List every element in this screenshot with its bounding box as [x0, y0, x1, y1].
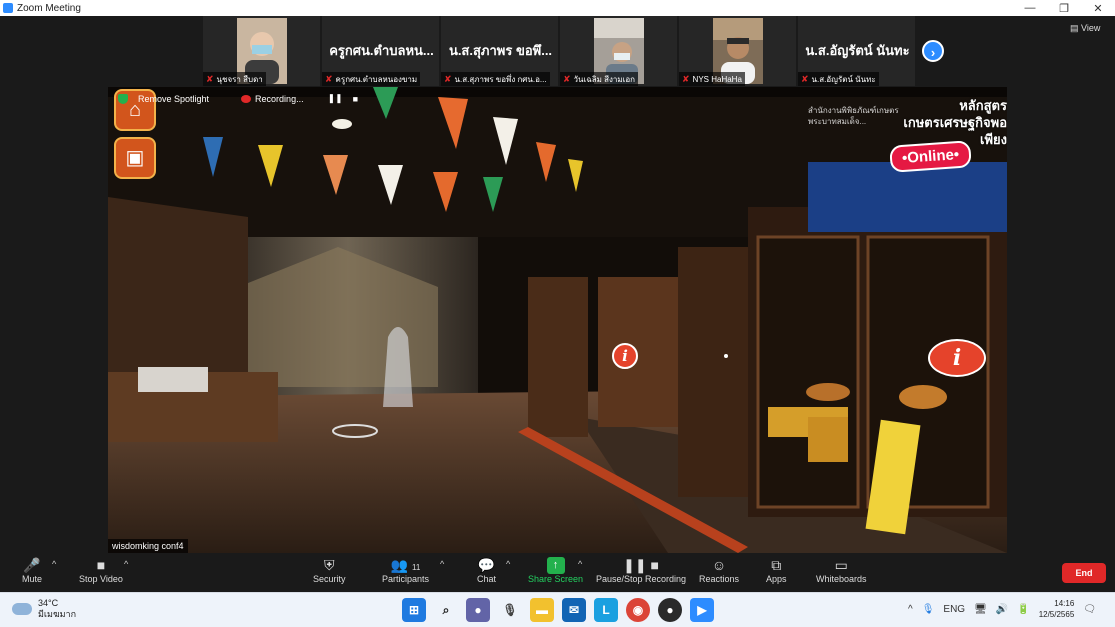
pause-stop-icon: ❚❚ ■ [623, 557, 659, 573]
l-app-icon[interactable]: L [594, 598, 618, 622]
participant-tile[interactable]: น.ส.อัญรัตน์ นันทะ ✘ น.ส.อัญรัตน์ นันทะ [798, 16, 915, 86]
participant-tile[interactable]: ✘ NYS HaHaHa [679, 16, 796, 86]
info-hotspot-icon[interactable]: i [612, 343, 638, 369]
share-screen-button[interactable]: ↑ Share Screen [528, 557, 583, 584]
mic-muted-icon: ✘ [325, 73, 333, 84]
mic-muted-icon: ✘ [206, 73, 214, 84]
share-options-caret[interactable]: ^ [578, 559, 582, 569]
remove-spotlight-button[interactable]: Remove Spotlight [138, 94, 209, 104]
clock[interactable]: 14:16 12/5/2565 [1039, 598, 1075, 620]
volume-icon[interactable]: 🔊 [996, 604, 1008, 615]
participant-name-label: ✘ ครูกศน.ตำบลหนองขาม [322, 72, 421, 86]
spotlight-bar: Remove Spotlight Recording... ❚❚ ■ [118, 93, 358, 104]
microphone-app-icon[interactable]: 🎙 [498, 598, 522, 622]
participant-tile[interactable]: ✘ นุชจรา สืบดา [203, 16, 320, 86]
participant-name-label: ✘ น.ส.อัญรัตน์ นันทะ [798, 72, 879, 86]
chat-options-caret[interactable]: ^ [506, 559, 510, 569]
smiley-icon: ☺ [711, 557, 727, 573]
participant-name-label: ✘ น.ส.สุภาพร ขอพึ่ง กศน.อ... [441, 72, 550, 86]
obs-icon[interactable]: ● [658, 598, 682, 622]
meeting-toolbar: 🎤 Mute ^ ■ Stop Video ^ ⛨ Security 👥 11 Part… [0, 553, 1115, 592]
mic-muted-icon: ✘ [682, 73, 690, 84]
video-camera-icon: ■ [96, 557, 106, 573]
notification-icon[interactable]: 🗨 [1083, 604, 1096, 615]
participant-name-label: ✘ NYS HaHaHa [679, 72, 745, 86]
pause-stop-recording-button[interactable]: ❚❚ ■ Pause/Stop Recording [596, 557, 686, 584]
mic-muted-icon: ✘ [563, 73, 571, 84]
stop-recording-button[interactable]: ■ [353, 94, 358, 104]
start-icon[interactable]: ⊞ [402, 598, 426, 622]
chrome-icon[interactable]: ◉ [626, 598, 650, 622]
chat-button[interactable]: 💬 Chat [477, 557, 496, 584]
title-bar: Zoom Meeting — ❐ ✕ [0, 0, 1115, 16]
participant-display-name: ครูกศน.ตำบลหน... [329, 43, 434, 58]
meeting-window: ✘ นุชจรา สืบดา ครูกศน.ตำบลหน... ✘ ครูกศน.ต… [0, 16, 1115, 592]
recording-icon [241, 95, 252, 104]
participants-icon: 👥 11 [390, 557, 421, 573]
zoom-logo-icon [3, 3, 13, 13]
mail-icon[interactable]: ✉ [562, 598, 586, 622]
maximize-button[interactable]: ❐ [1047, 2, 1081, 15]
shield-icon: ⛨ [324, 557, 335, 573]
participant-name-label: ✘ นุชจรา สืบดา [203, 72, 266, 86]
mic-muted-icon: ✘ [801, 73, 809, 84]
mute-button[interactable]: 🎤 Mute [22, 557, 42, 584]
spotlight-video: ⌂ ▣ Remove Spotlight Recording... ❚❚ ■ ส… [108, 87, 1007, 553]
whiteboards-button[interactable]: ▭ Whiteboards [816, 557, 867, 584]
participant-display-name: น.ส.อัญรัตน์ นันทะ [805, 43, 910, 58]
video-options-caret[interactable]: ^ [124, 559, 128, 569]
minimize-button[interactable]: — [1013, 2, 1047, 15]
file-explorer-icon[interactable]: ▬ [530, 598, 554, 622]
mic-tray-icon[interactable]: 🎙 [922, 604, 935, 615]
apps-icon: ⧉ [771, 557, 782, 573]
microphone-icon: 🎤 [23, 557, 41, 573]
weather-widget[interactable]: 34°C มีเมฆมาก [12, 598, 76, 620]
gallery-strip: ✘ นุชจรา สืบดา ครูกศน.ตำบลหน... ✘ ครูกศน.ต… [203, 16, 915, 86]
security-shield-icon [118, 93, 128, 104]
end-meeting-button[interactable]: End [1062, 563, 1106, 583]
gallery-next-icon[interactable]: › [922, 40, 944, 62]
system-tray: ^ 🎙 ENG 🖥 🔊 🔋 14:16 12/5/2565 🗨 [908, 598, 1096, 620]
tray-chevron-icon[interactable]: ^ [908, 604, 913, 615]
security-button[interactable]: ⛨ Security [313, 557, 346, 584]
apps-button[interactable]: ⧉ Apps [766, 557, 787, 584]
share-screen-icon: ↑ [546, 557, 565, 574]
zoom-app-icon[interactable]: ▶ [690, 598, 714, 622]
participant-tile[interactable]: ✘ วันเฉลิม สีงามเอก [560, 16, 677, 86]
audio-options-caret[interactable]: ^ [52, 559, 56, 569]
cloud-icon [12, 603, 32, 615]
close-button[interactable]: ✕ [1081, 2, 1115, 15]
course-title: หลักสูตร เกษตรเศรษฐกิจพอเพียง [903, 98, 1007, 147]
online-badge: •Online• [889, 140, 973, 173]
whiteboard-icon: ▭ [834, 557, 848, 573]
recording-indicator: Recording... [241, 94, 304, 104]
language-indicator[interactable]: ENG [943, 604, 965, 615]
gallery-button[interactable]: ▣ [114, 137, 156, 179]
window-title: Zoom Meeting [17, 2, 81, 14]
participants-button[interactable]: 👥 11 Participants [382, 557, 429, 584]
network-icon[interactable]: 🖥 [974, 604, 987, 615]
stop-video-button[interactable]: ■ Stop Video [79, 557, 123, 584]
weather-text: มีเมฆมาก [38, 609, 77, 619]
taskbar-apps: ⊞ ⌕ ● 🎙 ▬ ✉ L ◉ ● ▶ [402, 598, 714, 622]
search-icon[interactable]: ⌕ [434, 598, 458, 622]
participant-tile[interactable]: น.ส.สุภาพร ขอพึ... ✘ น.ส.สุภาพร ขอพึ่ง กศ… [441, 16, 558, 86]
temperature: 34°C [38, 598, 59, 608]
pause-recording-button[interactable]: ❚❚ [328, 93, 343, 104]
info-hotspot-icon[interactable]: i [928, 339, 986, 377]
participants-options-caret[interactable]: ^ [440, 559, 444, 569]
windows-taskbar: 34°C มีเมฆมาก ⊞ ⌕ ● 🎙 ▬ ✉ L ◉ ● ▶ ^ 🎙 ENG… [0, 592, 1115, 627]
chat-bubble-icon: 💬 [477, 557, 496, 573]
battery-icon[interactable]: 🔋 [1017, 604, 1029, 615]
teams-chat-icon[interactable]: ● [466, 598, 490, 622]
spotlight-participant-label: wisdomking conf4 [108, 539, 188, 553]
reactions-button[interactable]: ☺ Reactions [699, 557, 739, 584]
view-button[interactable]: ▤ View [1070, 23, 1100, 34]
participant-tile[interactable]: ครูกศน.ตำบลหน... ✘ ครูกศน.ตำบลหนองขาม [322, 16, 439, 86]
museum-scene [108, 87, 1007, 553]
mic-muted-icon: ✘ [444, 73, 452, 84]
participant-display-name: น.ส.สุภาพร ขอพึ... [448, 43, 553, 58]
participant-name-label: ✘ วันเฉลิม สีงามเอก [560, 72, 639, 86]
